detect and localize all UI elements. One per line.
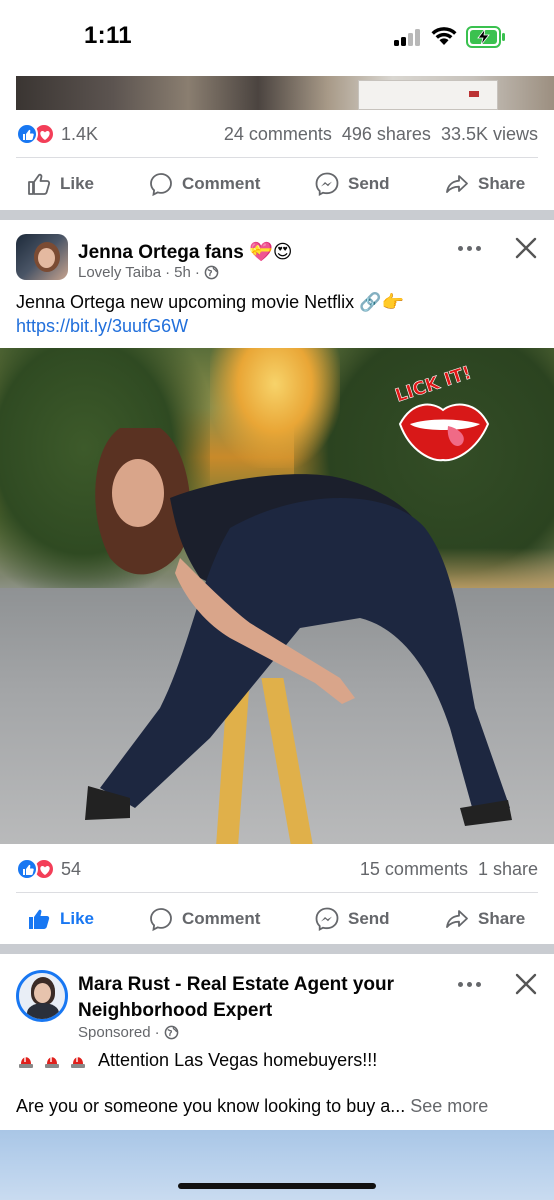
siren-icon bbox=[19, 1057, 33, 1068]
reaction-icons[interactable] bbox=[16, 123, 55, 145]
post-caption: Jenna Ortega new upcoming movie Netflix … bbox=[16, 292, 404, 312]
previous-post-action-bar: Like Comment Send Share bbox=[0, 158, 554, 210]
like-button[interactable]: Like bbox=[26, 906, 94, 932]
send-button[interactable]: Send bbox=[314, 906, 390, 932]
share-button[interactable]: Share bbox=[444, 171, 525, 197]
ad-photo[interactable] bbox=[0, 1130, 554, 1200]
post-action-bar: Like Comment Send Share bbox=[0, 893, 554, 945]
close-icon[interactable] bbox=[514, 972, 538, 996]
cellular-signal-icon bbox=[394, 28, 422, 46]
previous-post-image[interactable] bbox=[16, 76, 554, 110]
lips-sticker: LICK IT! bbox=[388, 362, 498, 462]
share-arrow-icon bbox=[446, 175, 468, 193]
status-time: 1:11 bbox=[84, 22, 132, 49]
messenger-icon bbox=[315, 907, 339, 932]
post-separator bbox=[0, 944, 554, 954]
comments-count[interactable]: 24 comments bbox=[224, 124, 332, 145]
advertiser-avatar[interactable] bbox=[16, 970, 68, 1022]
post-separator bbox=[0, 210, 554, 220]
messenger-icon bbox=[315, 172, 339, 197]
ad-headline: Attention Las Vegas homebuyers!!! bbox=[98, 1050, 378, 1070]
home-indicator[interactable] bbox=[178, 1183, 376, 1189]
ad-headline-line: Attention Las Vegas homebuyers!!! bbox=[16, 1048, 377, 1072]
page-avatar[interactable] bbox=[16, 234, 68, 280]
reaction-count[interactable]: 1.4K bbox=[61, 124, 98, 145]
page-name[interactable]: Jenna Ortega fans 💝😍 bbox=[78, 240, 293, 264]
comment-bubble-icon bbox=[150, 173, 172, 197]
siren-icon bbox=[71, 1057, 85, 1068]
more-options-icon[interactable] bbox=[458, 244, 482, 252]
ad-body-line: Are you or someone you know looking to b… bbox=[16, 1094, 488, 1118]
thumbs-up-icon bbox=[28, 173, 51, 195]
comments-count[interactable]: 15 comments bbox=[360, 859, 468, 880]
globe-icon bbox=[164, 1025, 178, 1040]
thumbs-up-filled-icon bbox=[29, 909, 50, 929]
post-reactions-row: 54 15 comments 1 share bbox=[16, 853, 538, 885]
advertiser-name[interactable]: Mara Rust - Real Estate Agent your Neigh… bbox=[78, 972, 394, 1024]
post-meta: Lovely Taiba · 5h · bbox=[78, 264, 219, 281]
close-icon[interactable] bbox=[514, 236, 538, 260]
send-button[interactable]: Send bbox=[314, 171, 390, 197]
share-arrow-icon bbox=[446, 910, 468, 928]
person-figure bbox=[85, 428, 512, 826]
views-count: 33.5K views bbox=[440, 123, 538, 144]
see-more-link[interactable]: See more bbox=[410, 1096, 488, 1116]
ad-body: Are you or someone you know looking to b… bbox=[16, 1096, 406, 1116]
comment-button[interactable]: Comment bbox=[148, 171, 260, 197]
sponsored-meta: Sponsored · bbox=[78, 1024, 179, 1041]
shares-count[interactable]: 1 share bbox=[478, 859, 538, 880]
sponsored-label[interactable]: Sponsored bbox=[78, 1024, 151, 1041]
shares-count[interactable]: 496 shares bbox=[342, 124, 431, 145]
post-time[interactable]: 5h bbox=[174, 264, 191, 281]
globe-icon bbox=[204, 265, 219, 280]
post-photo[interactable]: LICK IT! bbox=[0, 348, 554, 844]
more-options-icon[interactable] bbox=[458, 980, 482, 988]
battery-charging-icon bbox=[466, 26, 506, 48]
like-reaction-icon bbox=[16, 123, 38, 145]
post-author[interactable]: Lovely Taiba bbox=[78, 264, 161, 281]
post-link[interactable]: https://bit.ly/3uufG6W bbox=[16, 314, 404, 338]
comment-bubble-icon bbox=[150, 908, 172, 932]
reaction-icons[interactable] bbox=[16, 858, 55, 880]
wifi-icon bbox=[430, 24, 458, 46]
comment-button[interactable]: Comment bbox=[148, 906, 260, 932]
siren-icon bbox=[45, 1057, 59, 1068]
reaction-count[interactable]: 54 bbox=[61, 859, 81, 880]
like-reaction-icon bbox=[16, 858, 38, 880]
sticker-text: LICK IT! bbox=[393, 362, 474, 406]
previous-post-reactions-row: 1.4K 24 comments 496 shares 33.5K views bbox=[16, 118, 538, 150]
post-text: Jenna Ortega new upcoming movie Netflix … bbox=[16, 290, 404, 338]
like-button[interactable]: Like bbox=[26, 171, 94, 197]
share-button[interactable]: Share bbox=[444, 906, 525, 932]
status-bar: 1:11 bbox=[0, 0, 554, 76]
